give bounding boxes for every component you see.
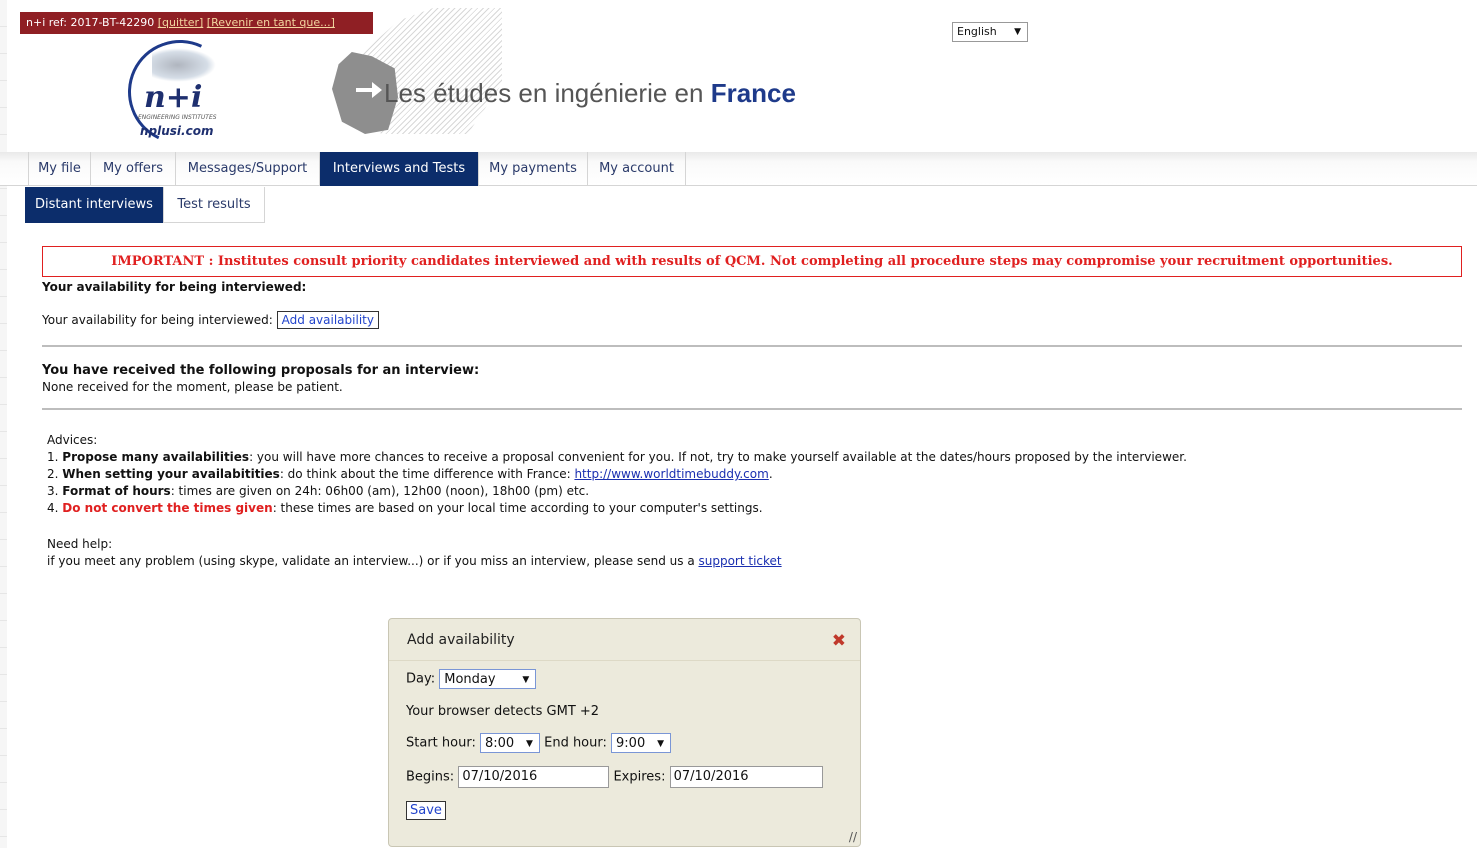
globe-icon (152, 48, 216, 82)
language-value: English (957, 25, 997, 38)
dialog-title: Add availability (407, 632, 515, 648)
expires-date-input[interactable]: 07/10/2016 (669, 766, 823, 788)
help-block: Need help: if you meet any problem (usin… (47, 536, 782, 570)
site-title-emphasis: France (710, 78, 796, 108)
end-hour-select[interactable]: 9:00 ▼ (611, 733, 672, 753)
gmt-info: Your browser detects GMT +2 (406, 704, 600, 719)
advice-number: 1. (47, 450, 59, 464)
caret-down-icon: ▼ (522, 675, 530, 685)
close-icon[interactable]: ✖ (832, 631, 846, 651)
caret-down-icon: ▼ (1014, 27, 1021, 37)
advice-item-1: 1. Propose many availabilities: you will… (47, 449, 1187, 466)
ref-label: n+i ref: 2017-BT-42290 (26, 16, 155, 29)
advices-block: Advices: 1. Propose many availabilities:… (47, 432, 1187, 517)
arrow-right-icon (356, 82, 382, 98)
availability-label: Your availability for being interviewed: (42, 313, 273, 327)
day-row: Day: Monday ▼ (406, 669, 537, 689)
advice-item-3: 3. Format of hours: times are given on 2… (47, 483, 1187, 500)
caret-down-icon: ▼ (657, 739, 665, 749)
quit-link[interactable]: [quitter] (158, 16, 204, 29)
begins-label: Begins: (406, 769, 455, 785)
advice-text: : times are given on 24h: 06h00 (am), 12… (170, 484, 590, 498)
advice-text-end: . (768, 467, 773, 481)
dialog-titlebar[interactable]: Add availability ✖ (389, 619, 860, 661)
start-hour-value: 8:00 (484, 736, 515, 751)
end-hour-value: 9:00 (616, 736, 646, 751)
advice-strong-warning: Do not convert the times given (62, 501, 273, 515)
dates-row: Begins: 07/10/2016 Expires: 07/10/2016 (406, 766, 823, 788)
advice-number: 3. (47, 484, 59, 498)
day-label: Day: (406, 671, 436, 687)
advice-text: : these times are based on your local ti… (272, 501, 763, 515)
save-row: Save (406, 801, 446, 820)
tab-my-file[interactable]: My file (28, 152, 91, 186)
site-title-prefix: Les études en ingénierie en (384, 78, 711, 108)
divider (42, 345, 1462, 347)
language-select[interactable]: English ▼ (952, 22, 1028, 42)
hours-row: Start hour: 8:00 ▼ End hour: 9:00 ▼ (406, 733, 672, 753)
advice-item-2: 2. When setting your availabitities: do … (47, 466, 1187, 483)
worldtimebuddy-link[interactable]: http://www.worldtimebuddy.com (574, 467, 768, 481)
important-notice: IMPORTANT : Institutes consult priority … (42, 246, 1462, 277)
advice-text: : you will have more chances to receive … (249, 450, 1187, 464)
subtab-distant-interviews[interactable]: Distant interviews (25, 187, 163, 223)
add-availability-dialog: Add availability ✖ Day: Monday ▼ Your br… (388, 618, 861, 847)
advice-strong: Format of hours (62, 484, 171, 498)
advice-number: 4. (47, 501, 59, 515)
start-hour-select[interactable]: 8:00 ▼ (479, 733, 540, 753)
return-as-link[interactable]: [Revenir en tant que...] (207, 16, 335, 29)
tab-messages-support[interactable]: Messages/Support (176, 152, 320, 186)
save-button[interactable]: Save (406, 801, 446, 820)
add-availability-button[interactable]: Add availability (276, 311, 379, 329)
end-hour-label: End hour: (544, 735, 607, 751)
availability-heading: Your availability for being interviewed: (42, 280, 307, 294)
help-line: if you meet any problem (using skype, va… (47, 553, 782, 570)
tab-my-account[interactable]: My account (588, 152, 686, 186)
day-select[interactable]: Monday ▼ (439, 669, 537, 689)
tab-my-payments[interactable]: My payments (479, 152, 588, 186)
caret-down-icon: ▼ (526, 739, 533, 749)
admin-ref-bar: n+i ref: 2017-BT-42290 [quitter] [Reveni… (20, 12, 373, 34)
proposals-heading: You have received the following proposal… (42, 363, 480, 378)
day-value: Monday (444, 672, 496, 687)
advice-text: : do think about the time difference wit… (279, 467, 575, 481)
tab-my-offers[interactable]: My offers (91, 152, 176, 186)
support-ticket-link[interactable]: support ticket (698, 554, 781, 568)
begins-date-input[interactable]: 07/10/2016 (458, 766, 610, 788)
logo-mark: n+i (144, 80, 203, 115)
advice-strong: When setting your availabitities (62, 467, 280, 481)
start-hour-label: Start hour: (406, 735, 476, 751)
expires-label: Expires: (613, 769, 666, 785)
advice-strong: Propose many availabilities (62, 450, 250, 464)
availability-row: Your availability for being interviewed:… (42, 311, 379, 329)
advice-item-4: 4. Do not convert the times given: these… (47, 500, 1187, 517)
tab-interviews-and-tests[interactable]: Interviews and Tests (320, 152, 479, 186)
subtab-test-results[interactable]: Test results (163, 187, 265, 223)
advices-title: Advices: (47, 433, 98, 447)
advice-number: 2. (47, 467, 59, 481)
logo-url: nplusi.com (140, 124, 214, 138)
help-text: if you meet any problem (using skype, va… (47, 554, 699, 568)
main-nav: My file My offers Messages/Support Inter… (0, 152, 1477, 186)
site-title: Les études en ingénierie en France (384, 78, 796, 109)
divider (42, 408, 1462, 410)
resize-grip-icon[interactable]: // (849, 830, 857, 844)
proposals-status: None received for the moment, please be … (42, 380, 343, 394)
help-title: Need help: (47, 537, 113, 551)
logo-subtitle: ENGINEERING INSTITUTES (138, 114, 217, 121)
